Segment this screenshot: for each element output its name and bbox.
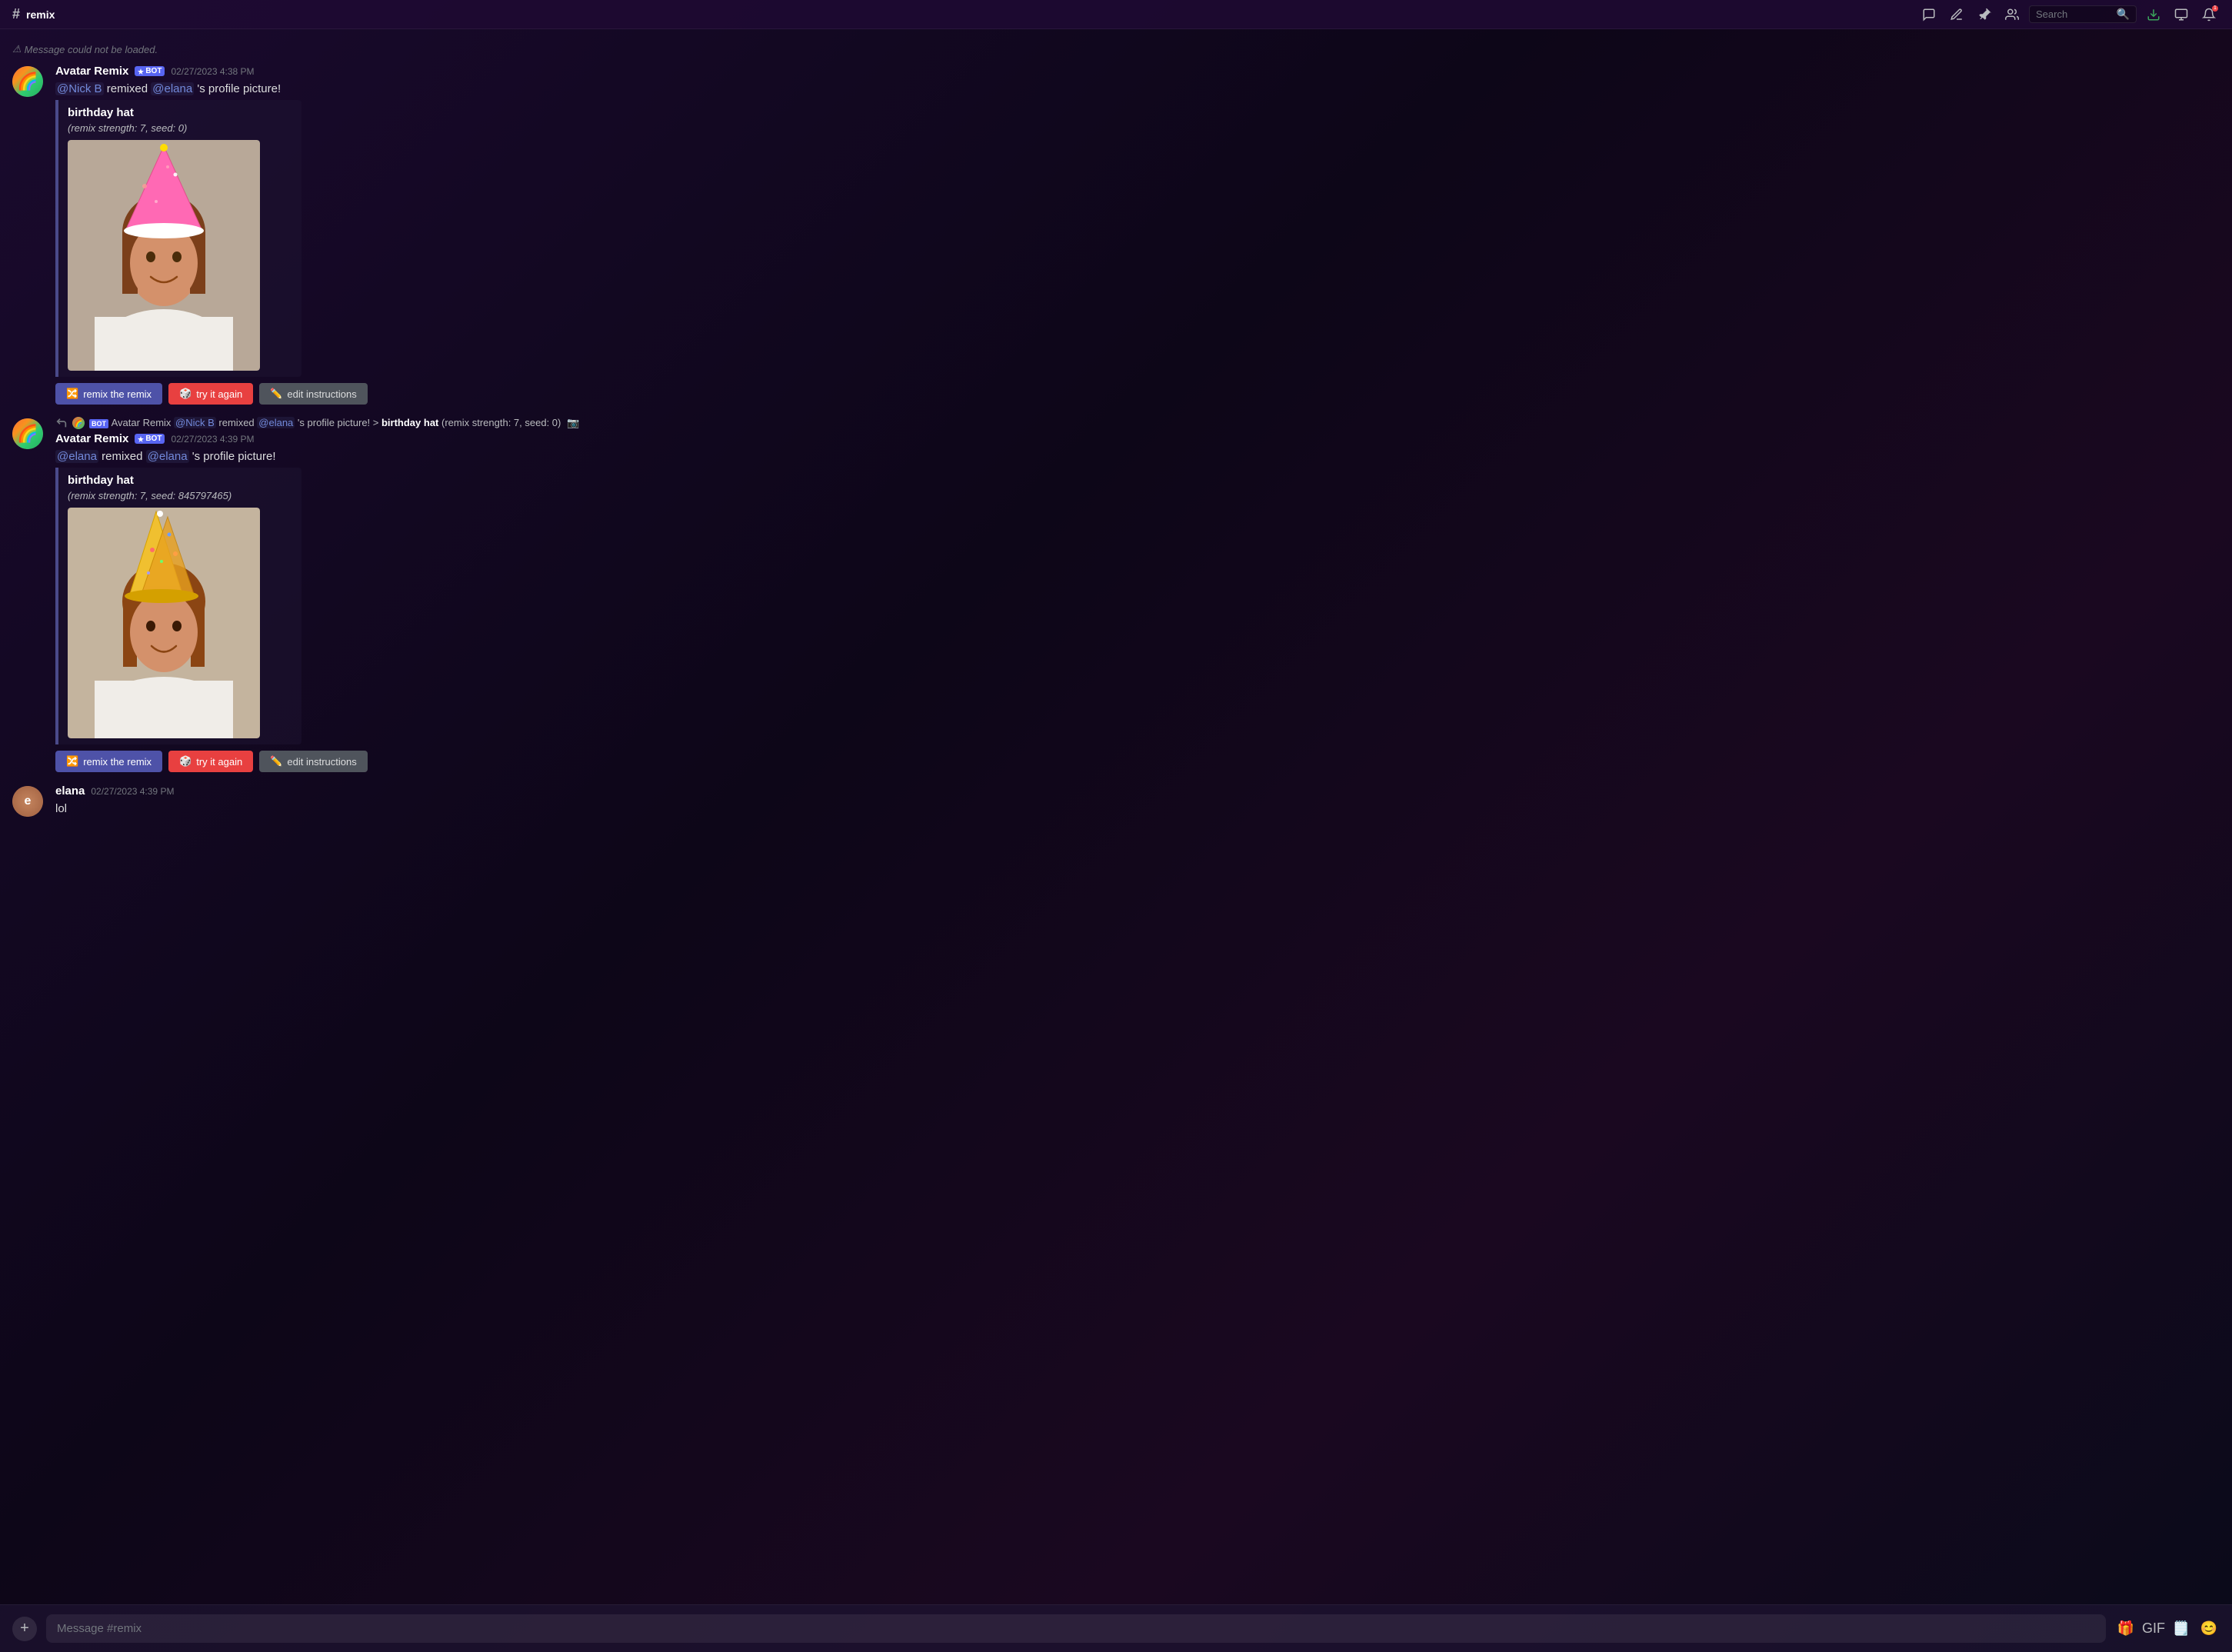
search-icon: 🔍 bbox=[2117, 8, 2130, 21]
message-header-2: Avatar Remix BOT 02/27/2023 4:39 PM bbox=[55, 432, 2220, 445]
reply-avatar: 🌈 bbox=[72, 417, 85, 429]
sticker-icon[interactable]: 🗒️ bbox=[2170, 1618, 2192, 1640]
reply-reference: 🌈 BOT Avatar Remix @Nick B remixed @elan… bbox=[55, 417, 2220, 429]
bot-message-2-group: 🌈 BOT Avatar Remix @Nick B remixed @elan… bbox=[0, 415, 2232, 774]
embed-title: birthday hat bbox=[68, 106, 292, 119]
avatar: 🌈 bbox=[12, 66, 43, 97]
remix-label-1: remix the remix bbox=[83, 388, 152, 400]
titlebar: # remix 🔍 1 bbox=[0, 0, 2232, 29]
edit-emoji-2: ✏️ bbox=[270, 755, 282, 768]
elana-username: elana bbox=[55, 784, 85, 798]
mention-elana-2: @elana bbox=[55, 450, 98, 463]
reply-mention: @Nick B bbox=[174, 417, 216, 428]
user-message: e elana 02/27/2023 4:39 PM lol bbox=[0, 783, 2232, 821]
bot-message-1: 🌈 Avatar Remix BOT 02/27/2023 4:38 PM @N… bbox=[0, 63, 2232, 406]
titlebar-actions: 🔍 1 bbox=[1918, 4, 2220, 25]
pin-icon[interactable] bbox=[1974, 4, 1995, 25]
embed-image-1 bbox=[68, 140, 260, 371]
gif-icon[interactable]: GIF bbox=[2143, 1618, 2164, 1640]
remix-btn-1[interactable]: 🔀 remix the remix bbox=[55, 383, 162, 405]
elana-message-text: lol bbox=[55, 801, 2220, 817]
gift-icon[interactable]: 🎁 bbox=[2115, 1618, 2137, 1640]
remix-emoji-2: 🔀 bbox=[66, 755, 78, 768]
try-again-emoji-2: 🎲 bbox=[179, 755, 192, 768]
try-again-btn-2[interactable]: 🎲 try it again bbox=[168, 751, 253, 772]
bot-avatar-img: 🌈 bbox=[12, 66, 43, 97]
mention-elana-3: @elana bbox=[146, 450, 189, 463]
notice-icon: ⚠ bbox=[12, 43, 22, 55]
elana-avatar: e bbox=[12, 786, 43, 817]
bot-username: Avatar Remix bbox=[55, 65, 128, 78]
edit-label-2: edit instructions bbox=[287, 756, 356, 768]
try-again-label-2: try it again bbox=[196, 756, 242, 768]
timestamp: 02/27/2023 4:38 PM bbox=[171, 66, 254, 77]
remix-btn-2[interactable]: 🔀 remix the remix bbox=[55, 751, 162, 772]
edit-label-1: edit instructions bbox=[287, 388, 356, 400]
download-icon[interactable] bbox=[2143, 4, 2164, 25]
embed-image-2 bbox=[68, 508, 260, 738]
try-again-label-1: try it again bbox=[196, 388, 242, 400]
embed-title-2: birthday hat bbox=[68, 474, 292, 487]
members-icon[interactable] bbox=[2001, 4, 2023, 25]
edit-emoji-1: ✏️ bbox=[270, 388, 282, 400]
mention-elana: @elana bbox=[151, 82, 194, 95]
embed-subtitle-2: (remix strength: 7, seed: 845797465) bbox=[68, 490, 292, 501]
embed-subtitle: (remix strength: 7, seed: 0) bbox=[68, 122, 292, 134]
reply-image-icon: 📷 bbox=[567, 417, 579, 428]
elana-timestamp: 02/27/2023 4:39 PM bbox=[91, 786, 174, 797]
search-bar[interactable]: 🔍 bbox=[2029, 5, 2137, 23]
message-body-2: @elana remixed @elana 's profile picture… bbox=[55, 448, 2220, 465]
bot-avatar-img-2: 🌈 bbox=[12, 418, 43, 449]
user-message-header: elana 02/27/2023 4:39 PM bbox=[55, 784, 2220, 798]
notice-text: ⚠ Message could not be loaded. bbox=[12, 43, 2220, 55]
bot-badge-2: BOT bbox=[135, 434, 165, 444]
action-buttons-2: 🔀 remix the remix 🎲 try it again ✏️ edit… bbox=[55, 751, 2220, 772]
window-icon[interactable] bbox=[2170, 4, 2192, 25]
reply-curved-icon bbox=[55, 417, 68, 429]
threads-icon[interactable] bbox=[1918, 4, 1940, 25]
search-input[interactable] bbox=[2036, 8, 2112, 20]
reply-bot-badge: BOT bbox=[89, 417, 112, 428]
try-again-emoji-1: 🎲 bbox=[179, 388, 192, 400]
reply-text: BOT Avatar Remix @Nick B remixed @elana … bbox=[89, 417, 579, 429]
bot-username-2: Avatar Remix bbox=[55, 432, 128, 445]
message-list: ⚠ Message could not be loaded. 🌈 Avatar … bbox=[0, 29, 2232, 1604]
portrait-svg-2 bbox=[68, 508, 260, 738]
reply-username: Avatar Remix bbox=[112, 417, 174, 428]
remix-emoji-1: 🔀 bbox=[66, 388, 78, 400]
notice-message: ⚠ Message could not be loaded. bbox=[0, 42, 2232, 60]
try-again-btn-1[interactable]: 🎲 try it again bbox=[168, 383, 253, 405]
edit-icon[interactable] bbox=[1946, 4, 1967, 25]
notification-icon[interactable]: 1 bbox=[2198, 4, 2220, 25]
embed-2: birthday hat (remix strength: 7, seed: 8… bbox=[55, 468, 301, 744]
edit-btn-1[interactable]: ✏️ edit instructions bbox=[259, 383, 368, 405]
bot-badge: BOT bbox=[135, 66, 165, 76]
message-input-bar: + 🎁 GIF 🗒️ 😊 bbox=[0, 1604, 2232, 1652]
edit-btn-2[interactable]: ✏️ edit instructions bbox=[259, 751, 368, 772]
emoji-icon[interactable]: 😊 bbox=[2198, 1618, 2220, 1640]
action-buttons-1: 🔀 remix the remix 🎲 try it again ✏️ edit… bbox=[55, 383, 2220, 405]
remix-label-2: remix the remix bbox=[83, 756, 152, 768]
timestamp-2: 02/27/2023 4:39 PM bbox=[171, 434, 254, 445]
message-header: Avatar Remix BOT 02/27/2023 4:38 PM bbox=[55, 65, 2220, 78]
mention-nick: @Nick B bbox=[55, 82, 104, 95]
message-body: @Nick B remixed @elana 's profile pictur… bbox=[55, 81, 2220, 97]
input-actions: 🎁 GIF 🗒️ 😊 bbox=[2115, 1618, 2220, 1640]
embed-1: birthday hat (remix strength: 7, seed: 0… bbox=[55, 100, 301, 377]
channel-title: remix bbox=[26, 8, 55, 21]
portrait-svg-1 bbox=[68, 140, 260, 371]
add-attachment-button[interactable]: + bbox=[12, 1617, 37, 1641]
message-input[interactable] bbox=[46, 1614, 2106, 1643]
hash-icon: # bbox=[12, 6, 20, 22]
avatar-2: 🌈 bbox=[12, 418, 43, 449]
reply-target: @elana bbox=[257, 417, 295, 428]
